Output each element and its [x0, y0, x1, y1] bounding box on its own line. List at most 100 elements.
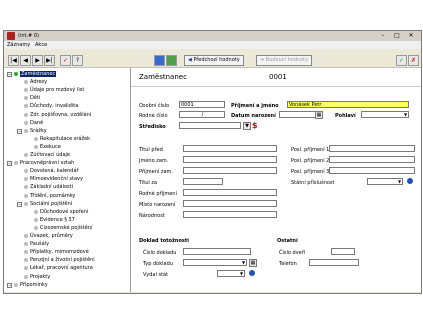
minimize-button[interactable]: – [377, 31, 389, 41]
menu-zaznamy[interactable]: Záznamy [7, 42, 30, 48]
posl-prijmeni-1-input[interactable] [329, 145, 415, 152]
tree-item[interactable]: Evidence § 37 [40, 217, 75, 223]
tree-item[interactable]: Paušály [30, 241, 49, 247]
chevron-down-icon: ▼ [397, 179, 402, 184]
calendar-icon[interactable]: ▦ [315, 111, 323, 119]
prev-record-icon[interactable]: ◀ [20, 55, 31, 66]
tree-item[interactable]: Dovolená, kalendář [30, 168, 79, 174]
titul-za-label: Titul za [139, 180, 158, 186]
tree-item[interactable]: Sociální pojištění [30, 201, 72, 207]
tree-item[interactable]: Adresy [30, 79, 47, 85]
title-bar: (int.# 0) – □ ✕ [4, 31, 421, 41]
cislo-dveri-label: Číslo dveří [279, 250, 306, 256]
rodne-cislo-label: Rodné číslo [139, 113, 168, 119]
narodnost-input[interactable] [183, 211, 277, 218]
tree-item[interactable]: Připomínky [20, 282, 48, 288]
tree-item[interactable]: Základní události [30, 184, 73, 190]
tree-item[interactable]: Projekty [30, 274, 50, 280]
tree-expander-icon[interactable]: − [17, 128, 22, 134]
tree-node-icon [34, 209, 38, 214]
tree-node-icon [24, 234, 28, 238]
stredisko-input[interactable] [179, 122, 241, 129]
previous-values-button[interactable]: ◀ Předchozí hodnoty [184, 55, 244, 66]
help-icon[interactable]: ? [72, 55, 83, 66]
tree-item[interactable]: Příplatky, mimomzdové [30, 249, 89, 255]
misto-narozeni-label: Místo narození [139, 202, 176, 208]
tree-node-icon [24, 169, 28, 174]
tree-expander-icon[interactable]: − [7, 161, 12, 167]
tree-item[interactable]: Důchody, invalidita [30, 103, 78, 109]
future-values-button[interactable]: ➔ Budoucí hodnoty [256, 55, 313, 66]
tree-item[interactable]: Zdr. pojišťovna, vzdělání [30, 112, 91, 118]
tree-item[interactable]: Zúčtovací údaje [30, 152, 70, 158]
tree-expander-icon[interactable]: − [7, 282, 12, 288]
toolbar: |◀ ◀ ▶ ▶| ✓ ? ◀ Předchozí hodnoty ➔ Budo… [4, 49, 421, 68]
tree-item[interactable]: Lékař, pracovní agentura [30, 265, 93, 271]
currency-icon[interactable]: $ [252, 121, 258, 130]
rodne-prijmeni-input[interactable] [183, 189, 277, 196]
header-record-number: 0001 [269, 73, 287, 81]
prijmeni-jmeno-input[interactable]: Vonásek Petr [287, 101, 409, 108]
globe-icon[interactable] [407, 178, 413, 184]
tree-node-icon [24, 153, 28, 157]
tree-node-icon [34, 136, 38, 141]
tree-expander-icon[interactable]: − [7, 72, 12, 77]
maximize-button[interactable]: □ [391, 31, 403, 41]
jmeno-zam-label: Jméno zam. [139, 158, 169, 164]
titul-pred-input[interactable] [183, 145, 277, 152]
typ-dokladu-select[interactable] [183, 259, 247, 266]
misto-narozeni-input[interactable] [183, 200, 277, 207]
tree-node-icon [24, 274, 28, 279]
tree-item[interactable]: Děti [30, 95, 40, 101]
prijmeni-zam-input[interactable] [183, 167, 277, 174]
titul-za-input[interactable] [183, 178, 223, 185]
next-record-icon[interactable]: ▶ [32, 55, 43, 66]
last-record-icon[interactable]: ▶| [44, 55, 55, 66]
tree-item[interactable]: Pracovněprávní vztah [20, 160, 74, 166]
ostatni-header: Ostatní [277, 238, 298, 244]
globe-icon[interactable] [249, 270, 255, 276]
tree-item[interactable]: Třídění, poznámky [30, 193, 75, 199]
tree-item[interactable]: Důchodové spoření [40, 209, 88, 215]
tree-item[interactable]: Mimoevidenční stavy [30, 176, 83, 182]
page-title: Zaměstnanec [139, 73, 187, 81]
posl-prijmeni-2-input[interactable] [329, 156, 415, 163]
menu-akce[interactable]: Akce [35, 42, 47, 48]
posl-prijmeni-3-input[interactable] [329, 167, 415, 174]
save-check-icon[interactable]: ✓ [396, 55, 407, 66]
print-icon[interactable] [154, 55, 165, 66]
export-icon[interactable] [166, 55, 177, 66]
tree-item[interactable]: Daně [30, 120, 43, 126]
tree-item[interactable]: Rekapitulace srážek [40, 136, 90, 142]
tree-node-icon [24, 258, 28, 263]
tree-item[interactable]: Cizozemské pojištění [40, 225, 92, 231]
confirm-icon[interactable]: ✓ [60, 55, 71, 66]
close-button[interactable]: ✕ [405, 31, 417, 41]
tree-node-icon [24, 80, 28, 85]
document-icon[interactable]: ▦ [249, 259, 257, 267]
tree-node-icon [14, 282, 18, 287]
chevron-down-icon: ▼ [239, 271, 244, 276]
tree-item[interactable]: Zaměstnanec [20, 71, 57, 77]
prijmeni-jmeno-label: Příjmení a jméno [231, 103, 279, 109]
tree-item[interactable]: Úvazek, průměry [30, 233, 73, 239]
telefon-input[interactable] [309, 259, 359, 266]
cislo-dveri-input[interactable] [331, 248, 355, 255]
tree-item[interactable]: Údaje pro mzdový list [30, 87, 84, 93]
osobni-cislo-input[interactable]: 0001 [179, 101, 225, 108]
stredisko-dropdown[interactable]: ▼ [243, 122, 251, 130]
rodne-cislo-input[interactable]: / [179, 111, 225, 118]
first-record-icon[interactable]: |◀ [8, 55, 19, 66]
tree-node-icon [24, 112, 28, 117]
jmeno-zam-input[interactable] [183, 156, 277, 163]
tree-node-icon [24, 104, 28, 109]
tree-item[interactable]: Exekuce [40, 144, 61, 150]
pohlavi-select[interactable] [361, 111, 409, 118]
tree-expander-icon[interactable]: − [17, 201, 22, 207]
tree-node-icon [24, 193, 28, 198]
cancel-x-icon[interactable]: ✗ [408, 55, 419, 66]
tree-item[interactable]: Penzijní a životní pojištění [30, 257, 95, 263]
cislo-dokladu-input[interactable] [183, 248, 251, 255]
tree-item[interactable]: Srážky [30, 128, 47, 134]
narodnost-label: Národnost [139, 213, 165, 219]
